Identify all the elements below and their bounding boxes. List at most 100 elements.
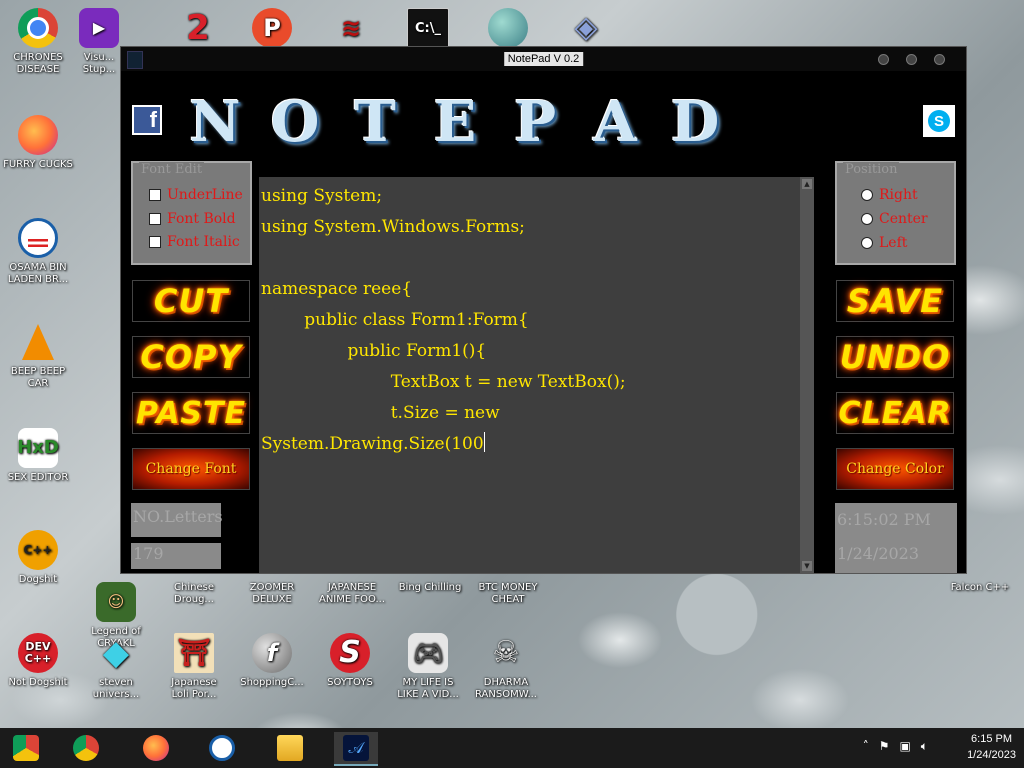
logo-letter: P <box>513 89 559 155</box>
desktop-icon-label: Visu... Stup... <box>82 52 116 75</box>
desktop-icon-label: BTC MONEY CHEAT <box>478 582 538 605</box>
desktop-icon-bing[interactable]: Bing Chilling <box>390 582 470 594</box>
bold-checkbox[interactable]: Font Bold <box>149 211 236 227</box>
torii-gate-icon: ⛩ <box>174 633 214 673</box>
banner: f N O T E P A D S <box>121 71 966 171</box>
editor-line: using System; <box>261 186 383 206</box>
minimize-button[interactable] <box>878 54 889 65</box>
desktop-icon-visual-studio[interactable]: ▶ Visu... Stup... <box>76 8 122 76</box>
desktop-icon-dharma[interactable]: ☠ DHARMA RANSOMW... <box>468 633 544 701</box>
copy-button[interactable]: COPY <box>132 336 250 378</box>
left-radio[interactable]: Left <box>861 235 907 251</box>
window-title: NotePad V 0.2 <box>503 52 584 66</box>
center-radio[interactable]: Center <box>861 211 928 227</box>
editor-line: public Form1(){ <box>261 341 487 361</box>
vertical-scrollbar[interactable]: ▲ ▼ <box>800 177 814 573</box>
firefox-icon <box>18 115 58 155</box>
network-icon[interactable]: ▣ <box>899 739 910 754</box>
radio-circle[interactable] <box>861 237 873 249</box>
taskbar-obama[interactable] <box>200 732 244 764</box>
underline-label: UnderLine <box>167 187 243 203</box>
flag-icon[interactable]: ⚑ <box>879 739 890 754</box>
save-button[interactable]: SAVE <box>836 280 954 322</box>
editor-line: System.Drawing.Size(100 <box>261 434 484 454</box>
title-bar[interactable]: NotePad V 0.2 <box>121 47 966 71</box>
volume-icon[interactable]: 🔈︎ <box>921 739 928 754</box>
font-edit-group: Font Edit UnderLine Font Bold Font Itali… <box>131 161 252 265</box>
editor-content[interactable]: using System; using System.Windows.Forms… <box>259 177 814 460</box>
desktop-icon-my-life[interactable]: 🎮︎ MY LIFE IS LIKE A VID... <box>390 633 466 701</box>
start-button[interactable] <box>4 732 48 764</box>
ball-icon <box>488 8 528 48</box>
skype-icon[interactable]: S <box>923 105 955 137</box>
taskbar-chrome[interactable] <box>64 732 108 764</box>
taskbar: 𝒜 ˄ ⚑ ▣ 🔈︎ 6:15 PM 1/24/2023 <box>0 728 1024 768</box>
wings-icon: ≋ <box>340 14 362 42</box>
change-font-button[interactable]: Change Font <box>132 448 250 490</box>
taskbar-notepad[interactable]: 𝒜 <box>334 732 378 766</box>
desktop-icon-label: ShoppingC... <box>240 677 304 688</box>
desktop-icon-zoomer[interactable]: ZOOMER DELUXE <box>234 582 310 606</box>
desktop-icon-soytoys[interactable]: S SOYTOYS <box>312 633 388 689</box>
checkbox-box[interactable] <box>149 236 161 248</box>
paste-button[interactable]: PASTE <box>132 392 250 434</box>
logo-letter: O <box>270 89 322 155</box>
desktop-icon-japanese-loli[interactable]: ⛩ Japanese Loli Por... <box>156 633 232 701</box>
desktop-icon-label: Japanese Loli Por... <box>171 677 217 700</box>
clear-button[interactable]: CLEAR <box>836 392 954 434</box>
chevron-up-icon[interactable]: ˄ <box>863 739 869 754</box>
diamond-icon: ◆ <box>102 633 130 673</box>
change-color-button[interactable]: Change Color <box>836 448 954 490</box>
number-two-icon: 2 <box>186 8 210 48</box>
radio-circle[interactable] <box>861 213 873 225</box>
legend-icon: ☺ <box>96 582 136 622</box>
facebook-icon[interactable]: f <box>132 105 162 135</box>
desktop-icon-label: SEX EDITOR <box>7 472 69 483</box>
desktop-icon-shopping[interactable]: f ShoppingC... <box>234 633 310 689</box>
desktop-icon-label: BEEP BEEP CAR <box>10 366 66 389</box>
notepad-logo: N O T E P A D <box>179 89 733 155</box>
cut-button[interactable]: CUT <box>132 280 250 322</box>
right-label: Right <box>879 187 918 203</box>
desktop-icon-chinese[interactable]: Chinese Droug... <box>156 582 232 606</box>
desktop-icon-falcon[interactable]: Falcon C++ <box>940 582 1020 594</box>
logo-letter: A <box>593 89 639 155</box>
taskbar-firefox[interactable] <box>134 732 178 764</box>
taskbar-clock[interactable]: 6:15 PM 1/24/2023 <box>967 731 1016 763</box>
checkbox-box[interactable] <box>149 213 161 225</box>
radio-circle[interactable] <box>861 189 873 201</box>
text-editor[interactable]: using System; using System.Windows.Forms… <box>259 177 814 573</box>
skype-label: S <box>928 110 950 132</box>
clock-display: 6:15:02 PM 1/24/2023 <box>835 503 957 573</box>
desktop-icon-hxd[interactable]: HxD SEX EDITOR <box>0 428 76 484</box>
notepad-app-icon: 𝒜 <box>343 735 369 761</box>
position-group: Position Right Center Left <box>835 161 956 265</box>
desktop-icon-obama[interactable]: OSAMA BIN LADEN BR... <box>0 218 76 286</box>
scroll-up-arrow-icon[interactable]: ▲ <box>802 179 812 189</box>
desktop-icon-steven[interactable]: ◆ steven univers... <box>76 633 156 701</box>
desktop-icon-japanese-anime[interactable]: JAPANESE ANIME FOO... <box>312 582 392 606</box>
position-title: Position <box>843 162 900 177</box>
scroll-down-arrow-icon[interactable]: ▼ <box>802 561 812 571</box>
time-display: 6:15:02 PM <box>837 510 931 529</box>
devcpp-icon: DEV C++ <box>18 633 58 673</box>
desktop-icon-devcpp[interactable]: DEV C++ Not Dogshit <box>0 633 76 689</box>
desktop-icon-vlc[interactable]: BEEP BEEP CAR <box>0 322 76 390</box>
desktop-icon-label: MY LIFE IS LIKE A VID... <box>397 677 459 700</box>
right-radio[interactable]: Right <box>861 187 918 203</box>
desktop-icon-btc[interactable]: BTC MONEY CHEAT <box>468 582 548 606</box>
checkbox-box[interactable] <box>149 189 161 201</box>
taskbar-file-explorer[interactable] <box>268 732 312 764</box>
desktop-icon-label: JAPANESE ANIME FOO... <box>318 582 386 605</box>
desktop-icon-codeblocks[interactable]: C++ Dogshit <box>0 530 76 586</box>
editor-line: public class Form1:Form{ <box>261 310 529 330</box>
maximize-button[interactable] <box>906 54 917 65</box>
underline-checkbox[interactable]: UnderLine <box>149 187 243 203</box>
italic-checkbox[interactable]: Font Italic <box>149 234 240 250</box>
desktop-icon-chrome[interactable]: CHRONES DISEASE <box>0 8 76 76</box>
skull-icon: ☠ <box>492 635 520 670</box>
close-button[interactable] <box>934 54 945 65</box>
desktop-icon-firefox[interactable]: FURRY CUCKS <box>0 115 76 171</box>
undo-button[interactable]: UNDO <box>836 336 954 378</box>
logo-letter: E <box>433 89 479 155</box>
